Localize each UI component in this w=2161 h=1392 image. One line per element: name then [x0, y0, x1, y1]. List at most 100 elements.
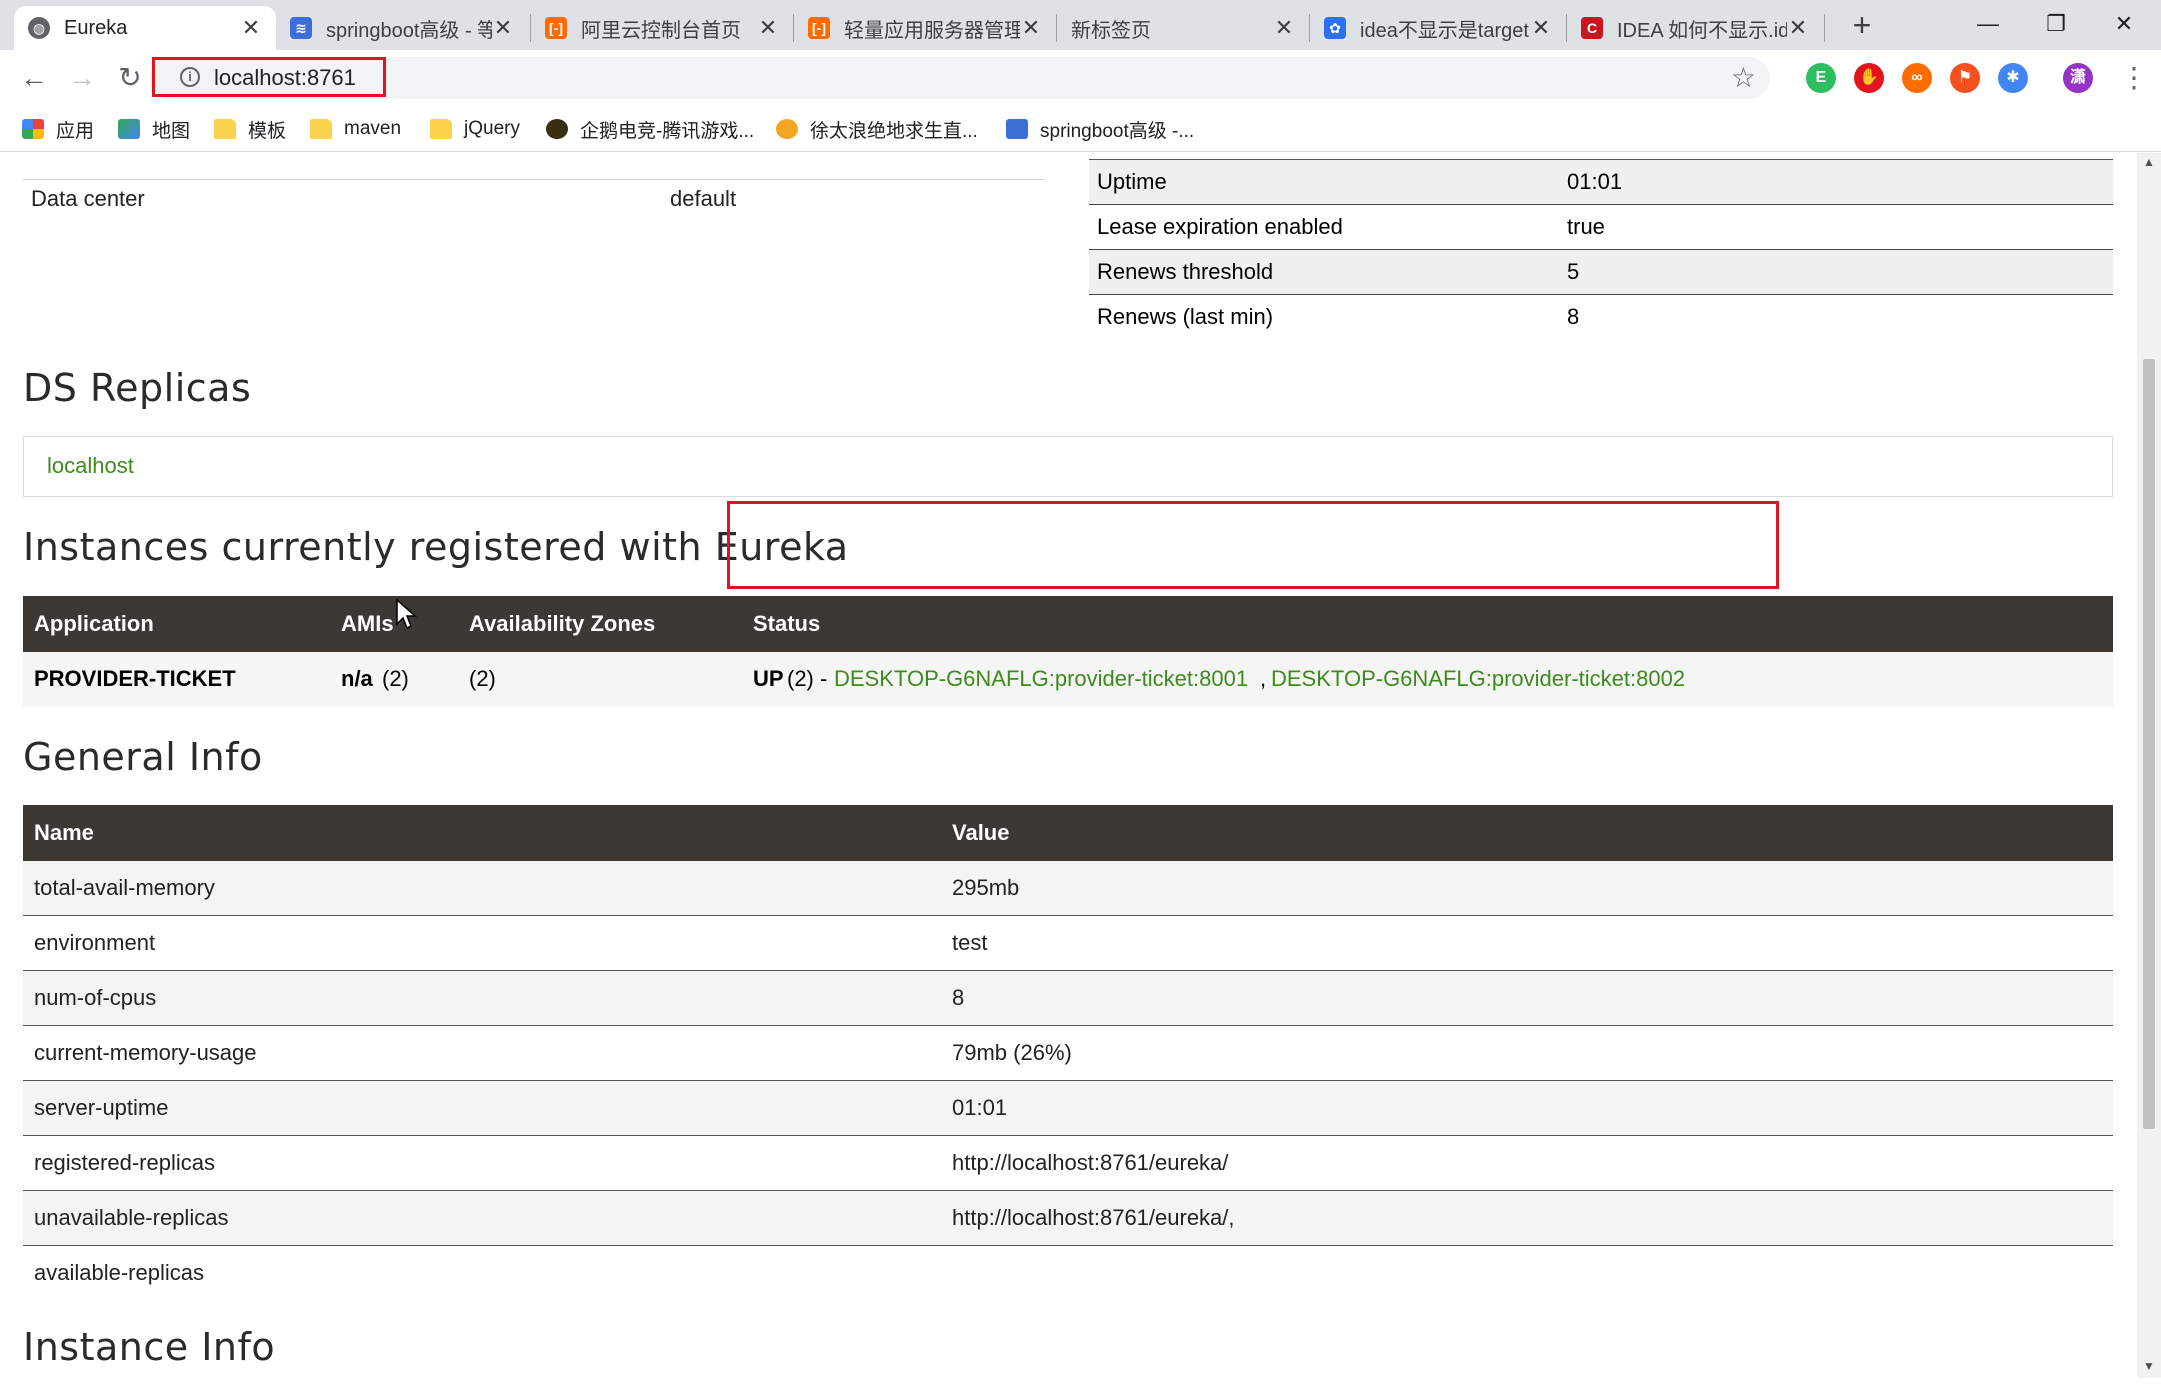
- close-icon[interactable]: ✕: [1020, 15, 1042, 41]
- live-stream-icon: [776, 119, 798, 139]
- lease-value: true: [1567, 214, 1605, 239]
- tab-aliyun-console[interactable]: [-] 阿里云控制台首页 ✕: [531, 6, 793, 50]
- tab-title: 新标签页: [1071, 19, 1151, 42]
- info-name: server-uptime: [34, 1095, 169, 1120]
- close-icon[interactable]: ✕: [757, 15, 779, 41]
- bookmark-springboot[interactable]: springboot高级 -...: [1006, 114, 1194, 144]
- ds-replicas-list: localhost: [23, 436, 2113, 497]
- table-row: current-memory-usage 79mb (26%): [23, 1026, 2113, 1081]
- url-highlight-box: [152, 57, 386, 97]
- table-row: registered-replicas http://localhost:876…: [23, 1136, 2113, 1191]
- instance-link-8001[interactable]: DESKTOP-G6NAFLG:provider-ticket:8001: [834, 666, 1248, 692]
- new-tab-button[interactable]: +: [1844, 8, 1880, 44]
- bookmark-map[interactable]: 地图: [118, 114, 190, 144]
- back-arrow-icon[interactable]: ←: [16, 60, 52, 96]
- close-window-button[interactable]: ✕: [2090, 4, 2158, 44]
- tab-idea-csdn[interactable]: C IDEA 如何不显示.id ✕: [1567, 6, 1823, 50]
- table-row: num-of-cpus 8: [23, 971, 2113, 1026]
- status-highlight-box: [727, 501, 1779, 589]
- bookmark-apps[interactable]: 应用: [22, 114, 94, 144]
- csdn-icon: C: [1581, 17, 1603, 39]
- replica-link[interactable]: localhost: [47, 453, 134, 479]
- baidu-paw-icon: ✿: [1324, 17, 1346, 39]
- info-value: 79mb (26%): [952, 1040, 1072, 1065]
- scroll-down-icon[interactable]: ▼: [2137, 1359, 2161, 1373]
- info-name: environment: [34, 930, 156, 955]
- table-row: total-avail-memory 295mb: [23, 861, 2113, 916]
- stack-icon: [1006, 119, 1028, 139]
- bookmark-star-icon[interactable]: ☆: [1731, 61, 1756, 94]
- info-value: test: [952, 930, 988, 955]
- tab-title: Eureka: [64, 16, 128, 39]
- evernote-icon[interactable]: E: [1806, 63, 1836, 93]
- column-header: Application: [34, 611, 154, 636]
- column-header: Value: [952, 820, 1010, 845]
- info-value: 01:01: [952, 1095, 1008, 1120]
- tab-aliyun-server[interactable]: [-] 轻量应用服务器管理 ✕: [794, 6, 1056, 50]
- bookmark-label: 应用: [56, 120, 95, 142]
- globe-icon: ◍: [28, 17, 50, 39]
- reload-icon[interactable]: ↻: [112, 60, 148, 96]
- info-value: 295mb: [952, 875, 1020, 900]
- column-header: Availability Zones: [469, 611, 656, 636]
- table-row: available-replicas: [23, 1246, 2113, 1301]
- table-row: PROVIDER-TICKET n/a (2) (2) UP (2) - DES…: [23, 652, 2113, 707]
- general-info-table: Name Value total-avail-memory 295mb envi…: [23, 805, 2113, 1301]
- table-row: server-uptime 01:01: [23, 1081, 2113, 1136]
- data-center-value: default: [670, 186, 737, 211]
- column-header: Name: [34, 820, 94, 845]
- instances-table: Application AMIs Availability Zones Stat…: [23, 596, 2113, 707]
- close-icon[interactable]: ✕: [1530, 15, 1552, 41]
- folder-icon: [214, 119, 236, 139]
- restore-button[interactable]: ❐: [2022, 4, 2090, 44]
- address-bar[interactable]: i localhost:8761 ☆: [150, 57, 1770, 99]
- close-icon[interactable]: ✕: [1273, 15, 1295, 41]
- tab-strip: ◍ Eureka ✕ ≋ springboot高级 - 等 ✕ [-] 阿里云控…: [0, 0, 2161, 50]
- penguin-esports-icon: [546, 119, 568, 139]
- avatar[interactable]: 潇: [2063, 63, 2093, 93]
- tab-idea-target[interactable]: ✿ idea不显示是target ✕: [1310, 6, 1566, 50]
- forward-arrow-icon[interactable]: →: [64, 60, 100, 96]
- translate-icon[interactable]: ⚑: [1950, 63, 1980, 93]
- more-menu-icon[interactable]: ⋮: [2120, 60, 2148, 96]
- mouse-cursor-icon: [396, 598, 417, 630]
- bookmark-jquery[interactable]: jQuery: [430, 114, 520, 144]
- bookmark-templates[interactable]: 模板: [214, 114, 286, 144]
- infinity-icon[interactable]: ∞: [1902, 63, 1932, 93]
- bookmarks-bar: 应用 地图 模板 maven jQuery 企鹅电竞-腾讯游戏... 徐太浪绝地…: [0, 106, 2161, 152]
- adblock-icon[interactable]: ✋: [1854, 63, 1884, 93]
- instances-heading: Instances currently registered with Eure…: [23, 525, 849, 569]
- bookmark-maven[interactable]: maven: [310, 114, 401, 144]
- system-status-table: Data center default: [23, 153, 1045, 220]
- close-icon[interactable]: ✕: [1787, 15, 1809, 41]
- info-name: available-replicas: [34, 1260, 204, 1285]
- instance-info-heading: Instance Info: [23, 1325, 276, 1369]
- table-row: unavailable-replicas http://localhost:87…: [23, 1191, 2113, 1246]
- pinwheel-icon[interactable]: ✱: [1998, 63, 2028, 93]
- scrollbar-thumb[interactable]: [2143, 359, 2155, 1129]
- table-row: environment test: [23, 916, 2113, 971]
- lease-key: Uptime: [1097, 169, 1167, 194]
- tab-springboot[interactable]: ≋ springboot高级 - 等 ✕: [276, 6, 528, 50]
- bookmark-live-stream[interactable]: 徐太浪绝地求生直...: [776, 114, 978, 144]
- instance-link-8002[interactable]: DESKTOP-G6NAFLG:provider-ticket:8002: [1271, 666, 1685, 692]
- close-icon[interactable]: ✕: [240, 15, 262, 41]
- amis-label: n/a: [341, 666, 373, 691]
- tab-title: 阿里云控制台首页: [581, 19, 741, 42]
- close-icon[interactable]: ✕: [492, 15, 514, 41]
- lease-info-table: Uptime 01:01 Lease expiration enabled tr…: [1089, 159, 2113, 339]
- general-info-heading: General Info: [23, 735, 263, 779]
- tab-new-tab[interactable]: 新标签页 ✕: [1057, 6, 1309, 50]
- minimize-button[interactable]: —: [1954, 4, 2022, 44]
- table-row: Data center default: [23, 180, 1045, 220]
- lease-key: Renews (last min): [1097, 304, 1274, 329]
- tab-eureka[interactable]: ◍ Eureka ✕: [14, 6, 276, 50]
- instance-separator: ,: [1260, 666, 1267, 691]
- aliyun-icon: [-]: [545, 17, 567, 39]
- bookmark-label: 模板: [248, 120, 287, 142]
- scroll-up-icon[interactable]: ▲: [2137, 155, 2161, 169]
- info-value: http://localhost:8761/eureka/: [952, 1150, 1229, 1175]
- info-name: current-memory-usage: [34, 1040, 257, 1065]
- page-scrollbar[interactable]: ▲ ▼: [2137, 153, 2161, 1378]
- bookmark-penguin-esports[interactable]: 企鹅电竞-腾讯游戏...: [546, 114, 754, 144]
